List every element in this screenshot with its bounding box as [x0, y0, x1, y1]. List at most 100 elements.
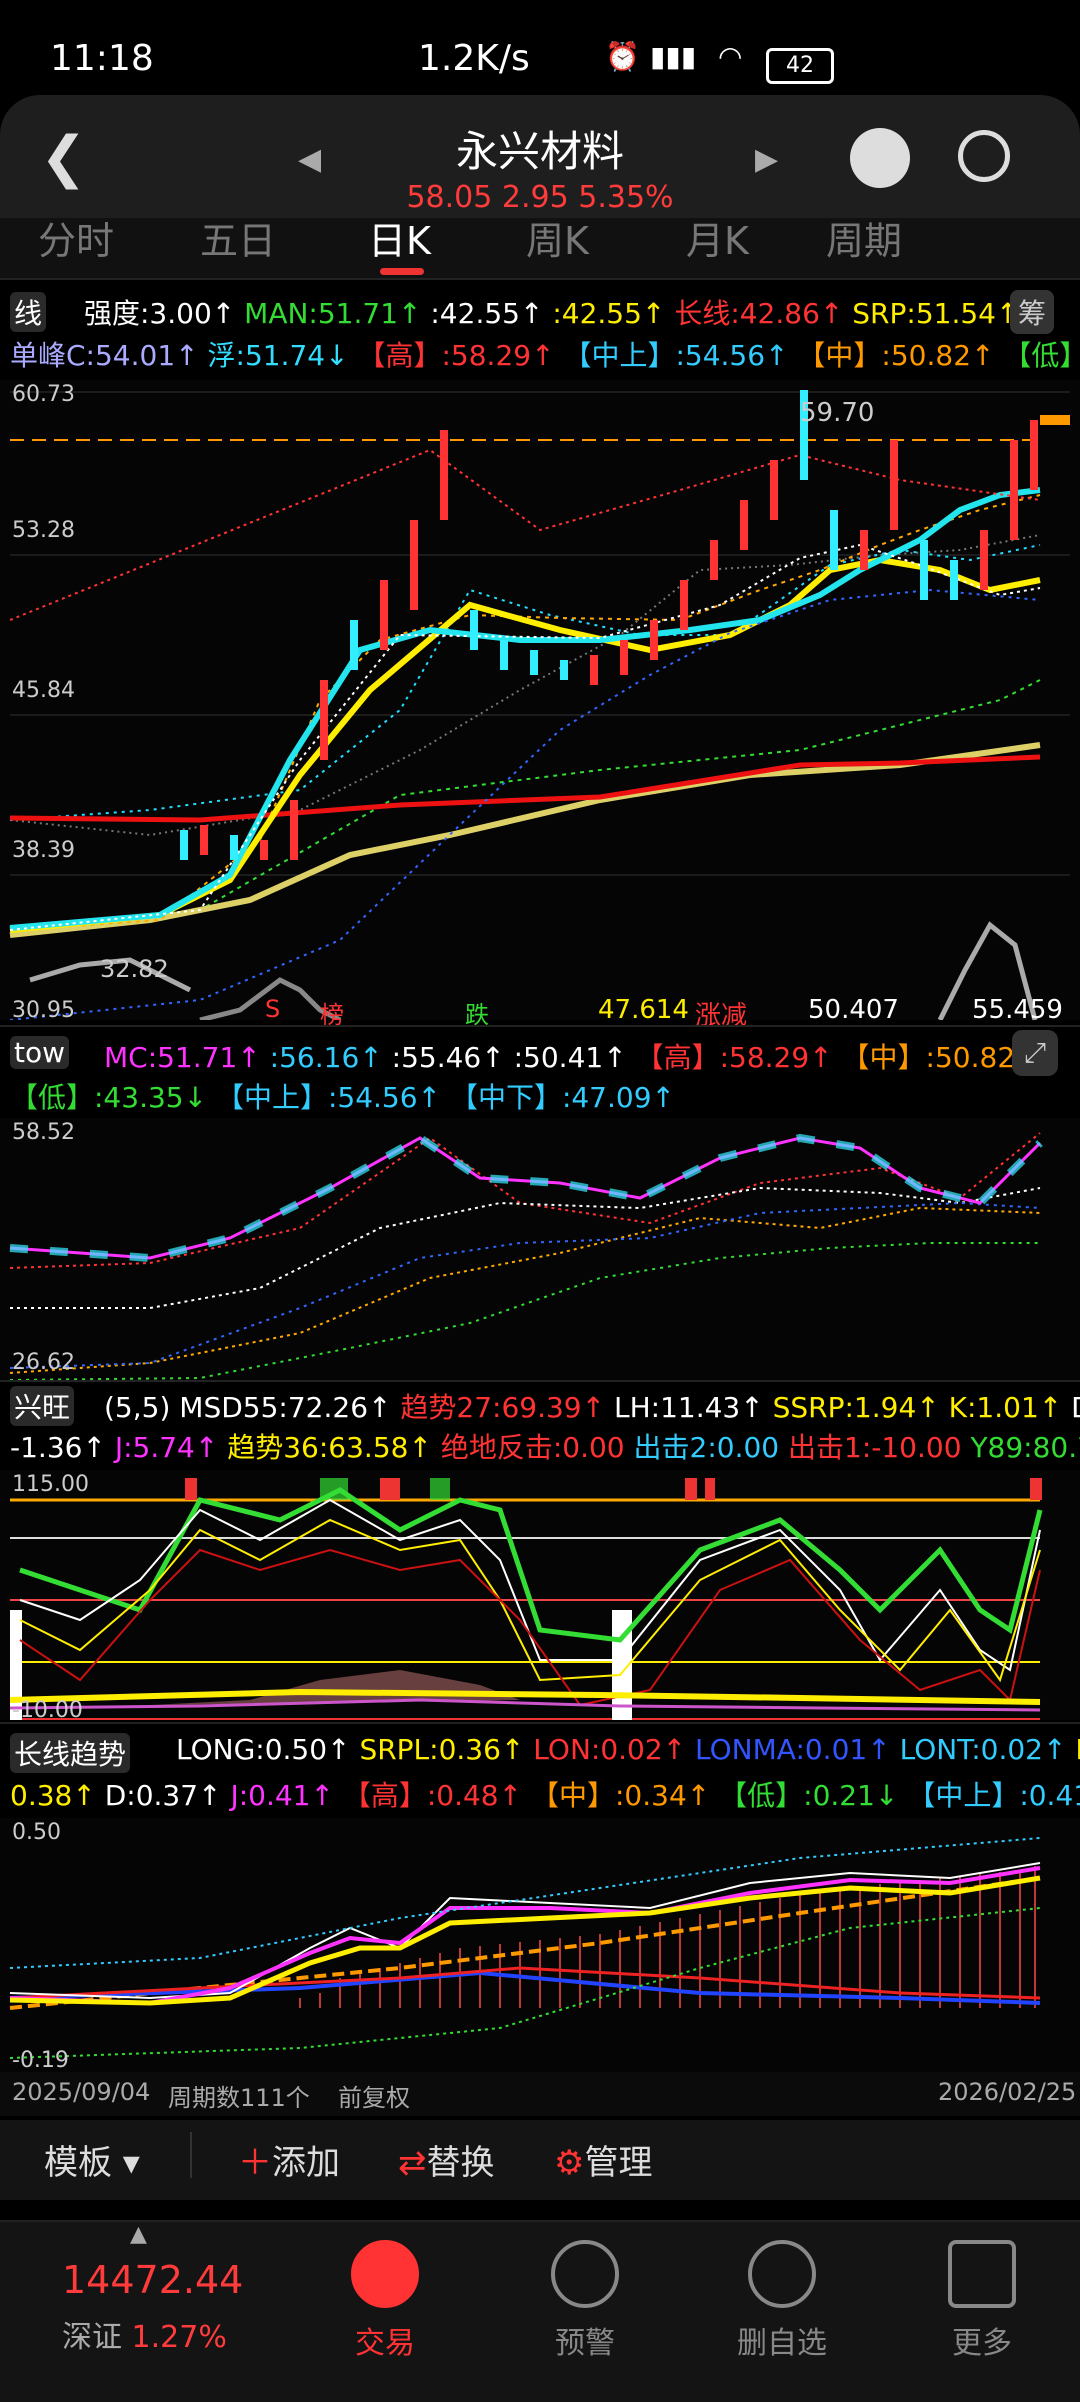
tab-week-k[interactable]: 周K — [526, 210, 589, 265]
tab-intraday[interactable]: 分时 — [38, 210, 114, 265]
signal-label: S — [265, 995, 281, 1023]
period-count: 周期数111个 — [168, 2084, 310, 2112]
legend-item: SRPL:0.36↑ — [359, 1733, 525, 1766]
legend-item: 【中】:0.34↑ — [531, 1779, 711, 1812]
tabs-divider — [0, 278, 1080, 280]
legend-item: LONMA:0.01↑ — [695, 1733, 891, 1766]
legend-item: 出击1:-10.00 — [788, 1431, 962, 1464]
peak-price-label: 59.70 — [800, 398, 875, 428]
add-button[interactable]: ＋添加 — [238, 2135, 340, 2184]
main-y-4: 38.39 — [12, 838, 75, 863]
manage-label: 管理 — [584, 2143, 653, 2183]
legend-item: :50.41↑ — [513, 1041, 627, 1074]
start-date: 2025/09/04 — [12, 2078, 151, 2106]
nav-remove-watch[interactable]: 删自选 — [712, 2240, 852, 2362]
nav-more[interactable]: 更多 — [912, 2240, 1052, 2362]
legend-item: 【低】:43 — [1003, 339, 1080, 372]
legend-item: Y89:80.76 — [970, 1431, 1080, 1464]
tab-period[interactable]: 周期 — [826, 210, 902, 265]
panel-divider — [0, 1025, 1080, 1027]
expand-icon[interactable]: ⤢ — [1012, 1030, 1058, 1076]
low-price-label: 32.82 — [100, 955, 169, 983]
minus-icon — [748, 2240, 816, 2308]
legend-item: 【中】:50.82↑ — [841, 1041, 1039, 1074]
main-kline-chart[interactable] — [0, 380, 1080, 1020]
tow-y-bottom: 26.62 — [12, 1350, 75, 1375]
legend-item: 【高】:0.48↑ — [342, 1779, 523, 1812]
legend-item: J:5.74↑ — [114, 1431, 219, 1464]
legend-item: 【高】:58.29↑ — [357, 339, 555, 372]
main-y-3: 45.84 — [12, 678, 75, 703]
legend-item: 出击2:0.00 — [633, 1431, 780, 1464]
tow-chart[interactable] — [0, 1118, 1080, 1380]
replace-button[interactable]: ⇄替换 — [398, 2135, 495, 2184]
legend-item: J:0.41↑ — [230, 1779, 334, 1812]
xw-legend-row1: (5,5) MSD55:72.26↑ 趋势27:69.39↑ LH:11.43↑… — [104, 1386, 1080, 1426]
xw-chart[interactable] — [0, 1470, 1080, 1720]
cx-indicator-selector[interactable]: 长线趋势 — [10, 1733, 131, 1773]
status-time: 11:18 — [50, 38, 154, 79]
signal-label: 47.614 — [598, 995, 689, 1025]
chevron-up-icon[interactable]: ▲ — [130, 2222, 147, 2247]
legend-item: -1.36↑ — [10, 1431, 106, 1464]
tab-day-k[interactable]: 日K — [368, 210, 431, 265]
legend-item: LON:0.02↑ — [533, 1733, 687, 1766]
legend-item: D:0.37↑ — [104, 1779, 222, 1812]
xw-indicator-selector[interactable]: 兴旺 — [10, 1386, 75, 1426]
legend-item: 长线:42.86↑ — [674, 297, 844, 330]
legend-item: 绝地反击:0.00 — [440, 1431, 625, 1464]
panel-divider — [0, 1380, 1080, 1382]
legend-item: 强度:3.00↑ — [84, 297, 236, 330]
index-summary[interactable]: 深证 1.27% — [62, 2312, 227, 2356]
wifi-icon: ◠ — [718, 40, 743, 73]
nav-remove-label: 删自选 — [737, 2326, 827, 2361]
main-legend-row2: 单峰C:54.01↑ 浮:51.74↓ 【高】:58.29↑ 【中上】:54.5… — [10, 334, 1080, 374]
signal-icon: ▮▮▮ — [650, 40, 697, 73]
main-indicator-selector[interactable]: 线 — [10, 292, 47, 332]
legend-item: LONT:0.02↑ — [899, 1733, 1067, 1766]
legend-item: 趋势36:63.58↑ — [227, 1431, 432, 1464]
search-icon[interactable] — [958, 130, 1010, 182]
tab-month-k[interactable]: 月K — [686, 210, 749, 265]
legend-item: MC:51.71↑ — [104, 1041, 261, 1074]
tow-indicator-selector[interactable]: tow — [10, 1036, 70, 1069]
legend-item: D: — [1071, 1391, 1080, 1424]
nav-trade[interactable]: 交易 — [315, 2240, 455, 2362]
quote-pct: 5.35% — [578, 180, 674, 215]
adjust-mode: 前复权 — [338, 2084, 410, 2112]
legend-item: :42.55↑ — [430, 297, 544, 330]
add-label: 添加 — [272, 2143, 340, 2183]
battery-icon: 42 — [766, 48, 834, 84]
tow-legend-row1: MC:51.71↑ :56.16↑ :55.46↑ :50.41↑ 【高】:58… — [104, 1036, 1039, 1076]
legend-item: :42.55↑ — [552, 297, 666, 330]
legend-item: SSRP:1.94↑ — [772, 1391, 940, 1424]
legend-item: MSD55:72.26↑ — [179, 1391, 392, 1424]
legend-item: K: — [1075, 1733, 1080, 1766]
legend-item: 单峰C:54.01↑ — [10, 339, 199, 372]
main-y-bottom: 30.95 — [12, 998, 75, 1023]
nav-alert[interactable]: 预警 — [515, 2240, 655, 2362]
replace-icon: ⇄ — [398, 2143, 427, 2183]
chip-badge[interactable]: 筹 — [1010, 290, 1055, 334]
legend-item: 【高】:58.29↑ — [635, 1041, 833, 1074]
legend-item: 【中上】:54.56↑ — [215, 1081, 442, 1114]
cx-chart[interactable] — [0, 1818, 1080, 2072]
legend-item: (5,5) — [104, 1391, 171, 1424]
manage-button[interactable]: ⚙管理 — [554, 2135, 652, 2184]
legend-item: 【中】:50.82↑ — [797, 339, 995, 372]
tow-legend-row2: 【低】:43.35↓ 【中上】:54.56↑ 【中下】:47.09↑ — [10, 1076, 675, 1116]
next-stock-icon[interactable]: ▶ — [755, 142, 778, 177]
template-dropdown[interactable]: 模板 ▾ — [44, 2135, 140, 2184]
legend-item: 【中上】:54.56↑ — [563, 339, 789, 372]
legend-item: 【中上】:0.41↑ — [907, 1779, 1080, 1812]
signal-label: 55.459 — [972, 995, 1063, 1025]
cx-legend-row2: 0.38↑ D:0.37↑ J:0.41↑ 【高】:0.48↑ 【中】:0.34… — [10, 1774, 1080, 1814]
main-y-2: 53.28 — [12, 518, 75, 543]
status-bar: 11:18 1.2K/s ⏰ ▮▮▮ ◠ 42 — [0, 0, 1080, 100]
mascot-icon[interactable] — [850, 128, 910, 188]
tab-five-day[interactable]: 五日 — [200, 210, 276, 265]
trade-icon — [351, 2240, 419, 2308]
legend-item: 【低】:0.21↓ — [719, 1779, 899, 1812]
nav-alert-label: 预警 — [555, 2326, 615, 2361]
index-value: 14472.44 — [62, 2258, 244, 2302]
